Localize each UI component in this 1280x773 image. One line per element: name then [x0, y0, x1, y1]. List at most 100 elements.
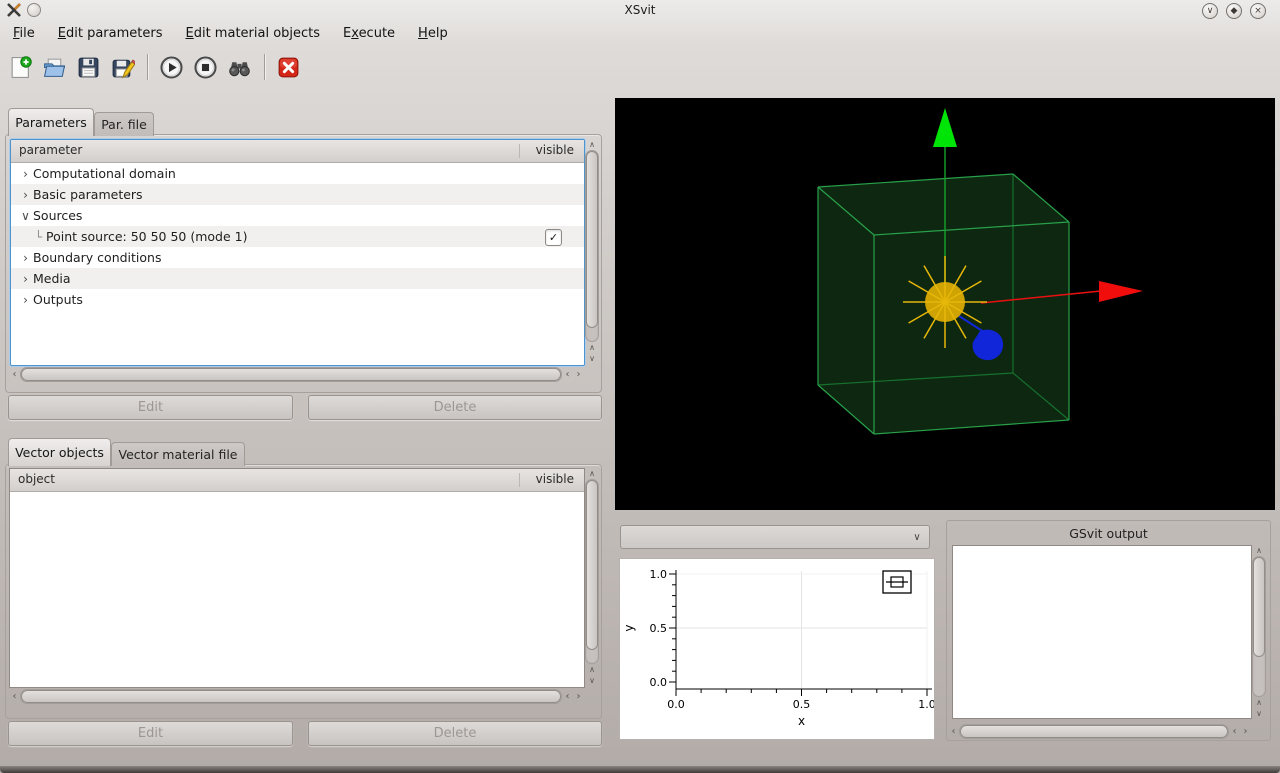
parameters-vscrollbar[interactable]: ∧ ∧ ∨	[585, 139, 599, 364]
scroll-left-icon[interactable]: ‹	[9, 689, 20, 704]
menu-edit-parameters[interactable]: Edit parameters	[49, 23, 172, 44]
table-row[interactable]: › Basic parameters	[11, 184, 584, 205]
vector-objects-hscrollbar[interactable]: ‹ ‹ ›	[9, 689, 584, 704]
parameters-tree[interactable]: parameter visible › Computational domain…	[10, 139, 585, 366]
gsvit-output-vscrollbar[interactable]: ∧ ∧ ∨	[1252, 545, 1266, 719]
new-file-icon	[11, 55, 32, 78]
scroll-right-icon[interactable]: ›	[573, 689, 584, 704]
expander-icon[interactable]: ›	[18, 251, 33, 265]
scrollbar-thumb[interactable]	[21, 368, 561, 381]
quit-button[interactable]	[272, 51, 304, 83]
stop-button[interactable]	[189, 51, 221, 83]
scroll-up-icon[interactable]: ∧	[1252, 545, 1266, 556]
open-file-button[interactable]	[38, 51, 70, 83]
scroll-left-icon[interactable]: ‹	[9, 367, 20, 382]
column-header-parameter[interactable]: parameter	[19, 143, 82, 157]
viewport-3d[interactable]	[615, 98, 1275, 510]
scrollbar-thumb[interactable]	[1253, 557, 1265, 658]
tab-vector-material-file[interactable]: Vector material file	[111, 442, 245, 466]
tab-vector-objects[interactable]: Vector objects	[8, 438, 111, 466]
chevron-down-icon[interactable]: ∨	[905, 532, 929, 543]
expander-icon[interactable]: └	[31, 230, 46, 244]
scrollbar-track[interactable]	[585, 150, 599, 342]
expander-icon[interactable]: ›	[18, 188, 33, 202]
vector-objects-header[interactable]: object visible	[10, 469, 584, 492]
column-separator[interactable]	[519, 473, 520, 487]
vector-objects-vscrollbar[interactable]: ∧ ∧ ∨	[585, 468, 599, 686]
shade-window-button[interactable]: ∨	[1202, 3, 1218, 19]
menu-edit-material-objects[interactable]: Edit material objects	[177, 23, 330, 44]
scroll-right-icon[interactable]: ›	[1240, 724, 1251, 739]
scroll-up-icon[interactable]: ∧	[585, 342, 599, 353]
scroll-up-icon[interactable]: ∧	[1252, 697, 1266, 708]
visible-checkbox[interactable]: ✓	[545, 229, 562, 246]
scrollbar-thumb[interactable]	[586, 151, 598, 328]
gsvit-output-hscrollbar[interactable]: ‹ ‹ ›	[948, 724, 1251, 739]
delete-object-button[interactable]: Delete	[308, 721, 602, 746]
open-file-icon	[43, 58, 65, 77]
save-file-button[interactable]	[72, 51, 104, 83]
parameters-tree-header[interactable]: parameter visible	[11, 140, 584, 163]
scroll-up-icon[interactable]: ∧	[585, 664, 599, 675]
scrollbar-track[interactable]	[959, 724, 1229, 739]
find-button[interactable]	[223, 51, 255, 83]
expander-icon[interactable]: ›	[18, 272, 33, 286]
vector-objects-list[interactable]: object visible	[9, 468, 585, 688]
tree-row-label: Basic parameters	[33, 187, 143, 202]
table-row[interactable]: └ Point source: 50 50 50 (mode 1) ✓	[11, 226, 584, 247]
expander-icon[interactable]: ∨	[18, 209, 33, 223]
scrollbar-track[interactable]	[20, 689, 562, 704]
new-file-button[interactable]	[4, 51, 36, 83]
table-row[interactable]: › Media	[11, 268, 584, 289]
table-row[interactable]: › Boundary conditions	[11, 247, 584, 268]
output-select-combobox[interactable]: ∨	[620, 525, 930, 549]
svg-text:0.5: 0.5	[650, 622, 668, 635]
gsvit-output-text[interactable]	[952, 545, 1252, 719]
scrollbar-track[interactable]	[20, 367, 562, 382]
scrollbar-thumb[interactable]	[586, 480, 598, 651]
maximize-window-button[interactable]: ◆	[1226, 3, 1242, 19]
scroll-up-icon[interactable]: ∧	[585, 468, 599, 479]
scrollbar-thumb[interactable]	[21, 690, 561, 703]
scroll-left-icon[interactable]: ‹	[562, 689, 573, 704]
table-row[interactable]: › Outputs	[11, 289, 584, 310]
edit-object-button[interactable]: Edit	[8, 721, 293, 746]
run-button[interactable]	[155, 51, 187, 83]
tab-par-file[interactable]: Par. file	[94, 112, 154, 136]
scroll-down-icon[interactable]: ∨	[585, 353, 599, 364]
column-header-object[interactable]: object	[18, 472, 55, 486]
parameters-hscrollbar[interactable]: ‹ ‹ ›	[9, 367, 584, 382]
scroll-down-icon[interactable]: ∨	[585, 675, 599, 686]
svg-text:0.0: 0.0	[667, 698, 685, 711]
scroll-left-icon[interactable]: ‹	[562, 367, 573, 382]
window-bottom-edge	[0, 766, 1280, 773]
stop-icon	[193, 55, 217, 79]
scroll-down-icon[interactable]: ∨	[1252, 708, 1266, 719]
scene-3d	[817, 108, 1143, 435]
scroll-right-icon[interactable]: ›	[573, 367, 584, 382]
column-header-visible[interactable]: visible	[536, 143, 574, 157]
scroll-left-icon[interactable]: ‹	[948, 724, 959, 739]
menu-file[interactable]: File	[4, 23, 44, 44]
scroll-left-icon[interactable]: ‹	[1229, 724, 1240, 739]
titlebar[interactable]: XSvit ∨ ◆ ×	[0, 0, 1280, 20]
scrollbar-track[interactable]	[585, 479, 599, 664]
tab-parameters[interactable]: Parameters	[8, 108, 94, 136]
expander-icon[interactable]: ›	[18, 167, 33, 181]
table-row[interactable]: › Computational domain	[11, 163, 584, 184]
column-separator[interactable]	[519, 144, 520, 158]
xy-graph-panel[interactable]: 0.0 0.0 0.5 0.5 1.0 1.0 x y	[619, 558, 936, 740]
close-window-button[interactable]: ×	[1250, 3, 1266, 19]
save-file-as-button[interactable]	[106, 51, 138, 83]
svg-text:x: x	[798, 714, 805, 728]
scroll-up-icon[interactable]: ∧	[585, 139, 599, 150]
scrollbar-thumb[interactable]	[960, 725, 1228, 738]
edit-parameter-button[interactable]: Edit	[8, 395, 293, 420]
scrollbar-track[interactable]	[1252, 556, 1266, 697]
table-row[interactable]: ∨ Sources	[11, 205, 584, 226]
expander-icon[interactable]: ›	[18, 293, 33, 307]
menu-help[interactable]: Help	[409, 23, 457, 44]
column-header-visible[interactable]: visible	[536, 472, 574, 486]
delete-parameter-button[interactable]: Delete	[308, 395, 602, 420]
menu-execute[interactable]: Execute	[334, 23, 404, 44]
